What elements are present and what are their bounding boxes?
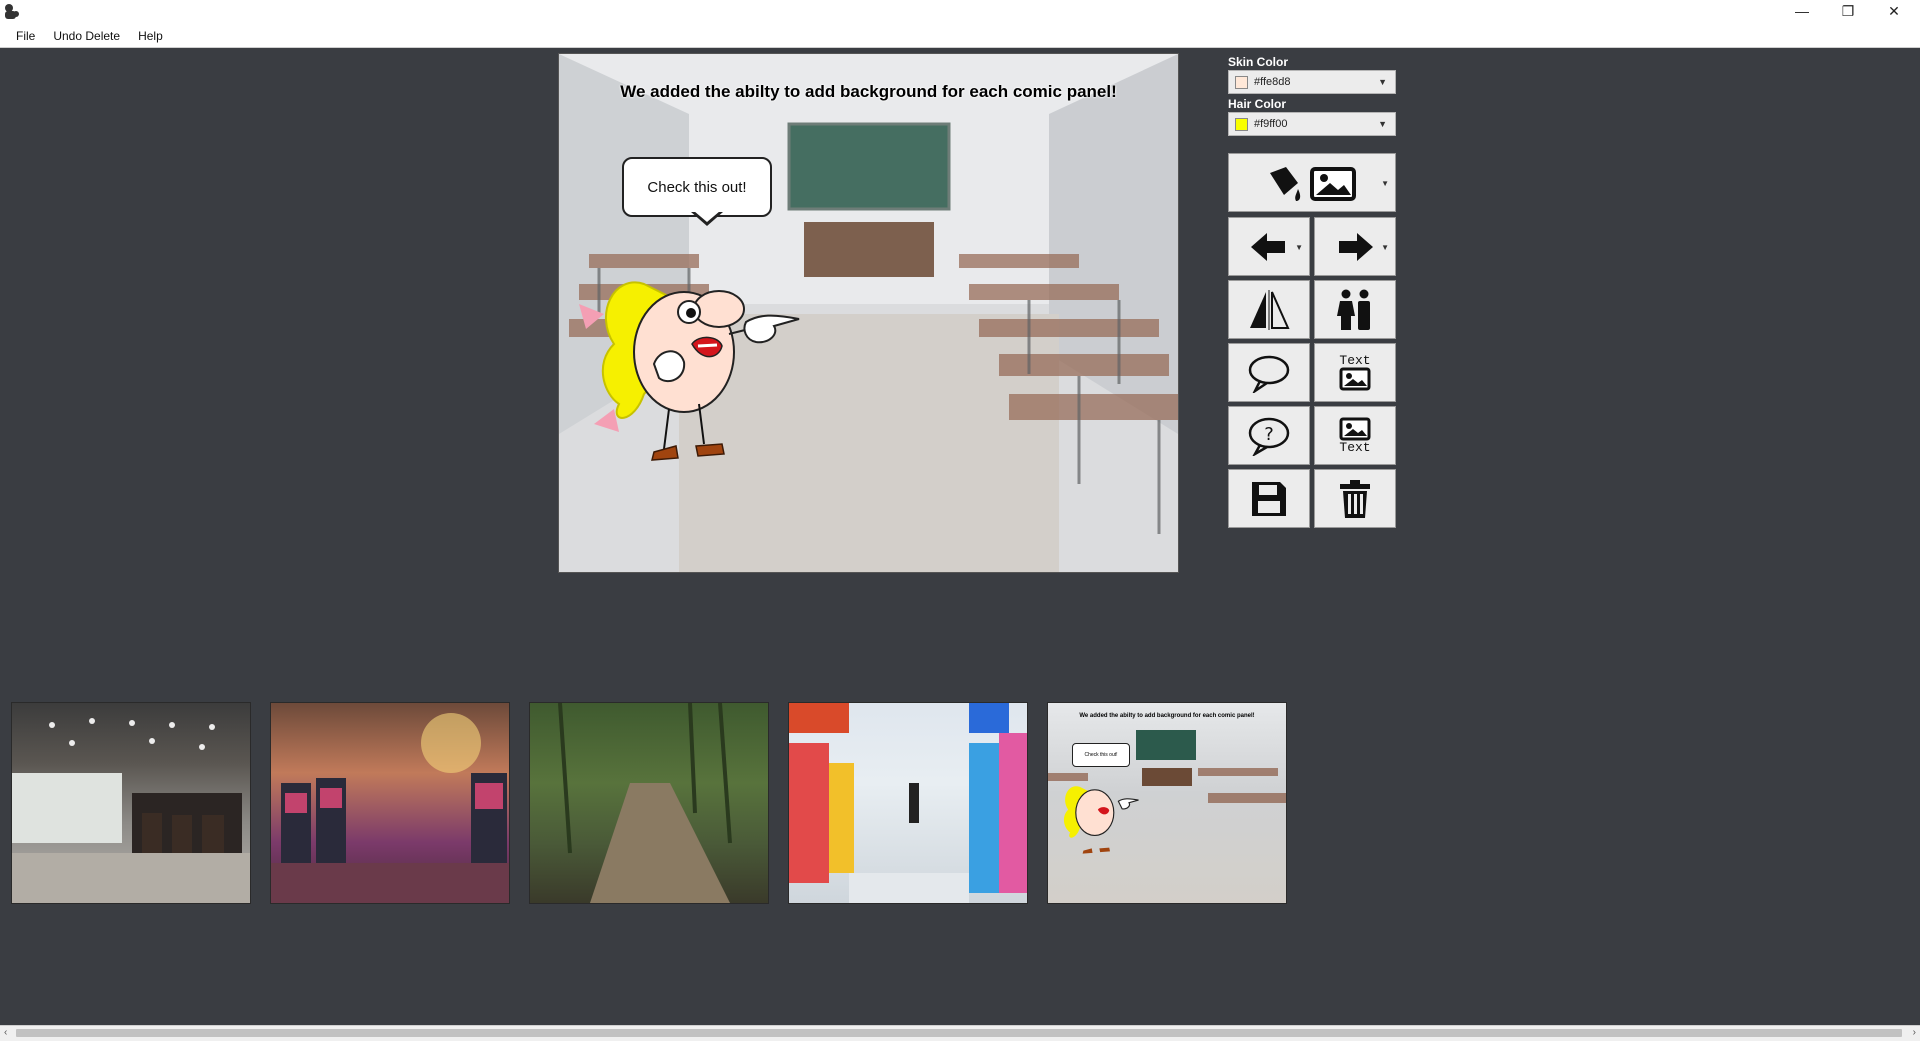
skin-color-label: Skin Color xyxy=(1228,55,1289,69)
speech-bubble-button[interactable] xyxy=(1228,343,1310,402)
title-bar: — ❐ ✕ xyxy=(0,0,1920,24)
menu-undo-delete[interactable]: Undo Delete xyxy=(44,25,129,47)
hair-color-swatch xyxy=(1235,117,1248,131)
gorilla-app-icon xyxy=(5,4,19,19)
arrow-left-icon xyxy=(1251,232,1285,261)
skin-color-swatch xyxy=(1235,75,1248,89)
characters-button[interactable] xyxy=(1314,280,1396,339)
restaurant-image xyxy=(12,718,250,903)
trash-icon xyxy=(1340,479,1370,518)
text-below-image-label: Text xyxy=(1339,440,1371,455)
scroll-left-icon[interactable]: ‹ xyxy=(4,1027,7,1038)
chevron-down-icon: ▼ xyxy=(1381,242,1389,252)
classroom-panel-image xyxy=(1048,730,1286,854)
chevron-down-icon: ▼ xyxy=(1381,178,1389,188)
people-icon xyxy=(1337,289,1370,330)
restore-button[interactable]: ❐ xyxy=(1826,0,1870,22)
text-above-image-label: Text xyxy=(1339,353,1371,368)
supermarket-image xyxy=(789,703,1027,903)
thumbnail-forest-path[interactable] xyxy=(529,702,769,904)
speech-bubble-text: Check this out! xyxy=(647,178,747,196)
speech-bubble-icon xyxy=(1248,355,1290,393)
minimize-button[interactable]: — xyxy=(1780,0,1824,22)
delete-button[interactable] xyxy=(1314,469,1396,528)
casino-image xyxy=(271,713,509,903)
text-below-image-button[interactable]: Text xyxy=(1314,406,1396,465)
hair-color-value: #f9ff00 xyxy=(1254,118,1288,130)
thought-bubble-button[interactable]: ? xyxy=(1228,406,1310,465)
menu-bar: File Undo Delete Help xyxy=(0,24,1920,48)
scrollbar-thumb[interactable] xyxy=(16,1029,1902,1037)
move-back-button[interactable]: ▼ xyxy=(1228,217,1310,276)
thumbnail-panel-title: We added the abilty to add background fo… xyxy=(1079,713,1255,719)
image-icon xyxy=(1339,367,1371,391)
menu-file[interactable]: File xyxy=(0,25,44,47)
bubble-tail-fill xyxy=(694,211,720,222)
save-button[interactable] xyxy=(1228,469,1310,528)
hair-color-label: Hair Color xyxy=(1228,97,1287,111)
move-forward-button[interactable]: ▼ xyxy=(1314,217,1396,276)
image-icon xyxy=(1339,417,1371,441)
background-image-button[interactable]: ▼ xyxy=(1228,153,1396,212)
chevron-down-icon: ▼ xyxy=(1378,77,1387,87)
svg-text:?: ? xyxy=(1264,424,1274,445)
thumbnail-supermarket[interactable] xyxy=(788,702,1028,904)
skin-color-value: #ffe8d8 xyxy=(1254,76,1291,88)
thumbnail-casino[interactable] xyxy=(270,702,510,904)
close-button[interactable]: ✕ xyxy=(1872,0,1916,22)
chevron-down-icon: ▼ xyxy=(1378,119,1387,129)
arrow-right-icon xyxy=(1339,232,1373,261)
thumbnail-restaurant[interactable] xyxy=(11,702,251,904)
thumbnail-classroom-panel[interactable]: We added the abilty to add background fo… xyxy=(1047,702,1287,904)
paint-bucket-image-icon xyxy=(1270,166,1356,201)
hair-color-select[interactable]: #f9ff00 ▼ xyxy=(1228,112,1396,136)
scroll-right-icon[interactable]: › xyxy=(1913,1027,1916,1038)
text-above-image-button[interactable]: Text xyxy=(1314,343,1396,402)
floppy-disk-icon xyxy=(1252,481,1286,516)
speech-bubble[interactable]: Check this out! xyxy=(622,157,772,217)
comic-panel[interactable]: We added the abilty to add background fo… xyxy=(558,53,1179,573)
comic-character[interactable] xyxy=(574,274,804,484)
menu-help[interactable]: Help xyxy=(129,25,172,47)
skin-color-select[interactable]: #ffe8d8 ▼ xyxy=(1228,70,1396,94)
horizontal-scrollbar[interactable]: ‹ › xyxy=(0,1025,1920,1041)
flip-icon xyxy=(1250,289,1290,330)
thumbnail-bubble-text: Check this out! xyxy=(1084,752,1118,758)
forest-path-image xyxy=(558,703,732,903)
flip-button[interactable] xyxy=(1228,280,1310,339)
chevron-down-icon: ▼ xyxy=(1295,242,1303,252)
panel-title: We added the abilty to add background fo… xyxy=(620,82,1117,101)
thumbnail-speech-bubble: Check this out! xyxy=(1072,743,1130,767)
question-bubble-icon: ? xyxy=(1248,417,1290,456)
